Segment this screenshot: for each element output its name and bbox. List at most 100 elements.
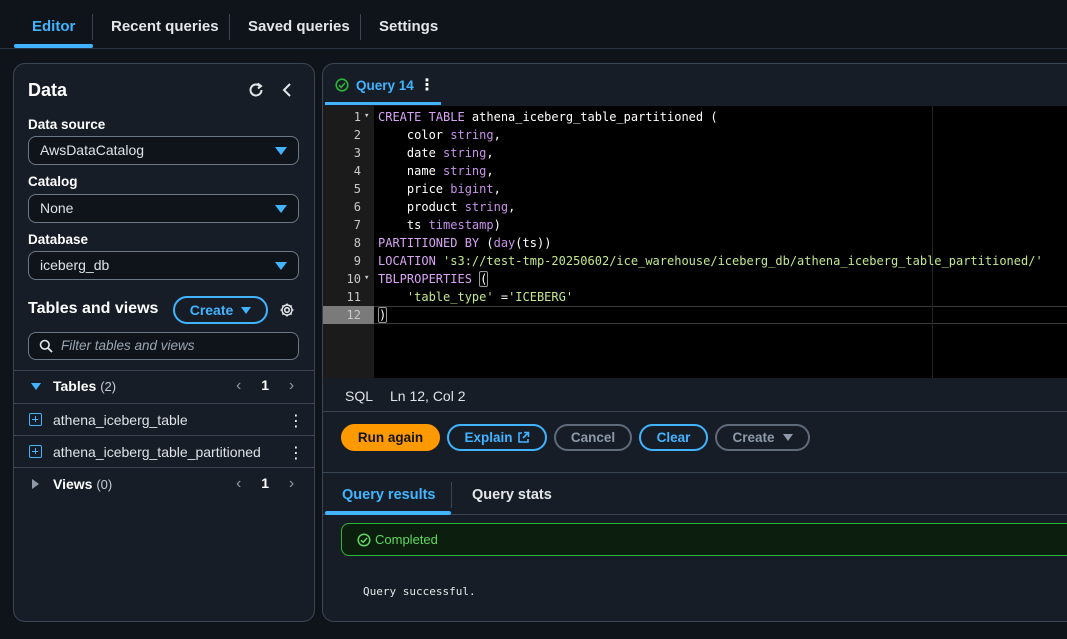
- code-line: price bigint,: [378, 182, 501, 196]
- tables-pagination: ‹ 1 ›: [236, 377, 294, 395]
- explain-label: Explain: [464, 430, 513, 445]
- tab-query-stats[interactable]: Query stats: [472, 487, 552, 503]
- data-panel-title: Data: [28, 80, 68, 100]
- filter-tables-input[interactable]: Filter tables and views: [28, 332, 299, 360]
- table-name: athena_iceberg_table: [53, 412, 188, 428]
- caret-down-icon: [275, 147, 287, 155]
- tab-query-results[interactable]: Query results: [342, 487, 436, 503]
- tab-settings[interactable]: Settings: [361, 0, 456, 48]
- code-line: CREATE TABLE athena_iceberg_table_partit…: [378, 110, 718, 124]
- chevron-right-icon[interactable]: ›: [289, 377, 294, 394]
- expanded-caret-icon[interactable]: [31, 383, 41, 390]
- language-indicator: SQL: [345, 388, 374, 404]
- table-row[interactable]: athena_iceberg_table_partitioned ⋮: [14, 435, 314, 467]
- chevron-left-icon[interactable]: ‹: [236, 377, 241, 394]
- data-source-label: Data source: [28, 117, 106, 132]
- top-tab-bar: Editor Recent queries Saved queries Sett…: [0, 0, 1067, 49]
- collapsed-caret-icon[interactable]: [32, 479, 39, 489]
- database-value: iceberg_db: [40, 257, 110, 273]
- line-number: 4: [353, 164, 361, 178]
- views-pagination: ‹ 1 ›: [236, 475, 294, 493]
- success-check-icon: [357, 533, 371, 547]
- caret-down-icon: [275, 205, 287, 213]
- active-tab-indicator: [325, 511, 451, 515]
- line-number: 11: [346, 290, 361, 304]
- query-panel: Query 14 ⋮ 1 2 3 4 5 6 7 8 9 10 11 12 ▾ …: [322, 63, 1067, 622]
- line-number: 12: [346, 308, 361, 322]
- catalog-select[interactable]: None: [28, 194, 299, 223]
- query-tab[interactable]: Query 14 ⋮: [323, 64, 441, 105]
- results-tab-bar: Query results Query stats: [323, 472, 1067, 515]
- caret-down-icon: [241, 307, 252, 314]
- table-name: athena_iceberg_table_partitioned: [53, 444, 261, 460]
- database-select[interactable]: iceberg_db: [28, 251, 299, 280]
- collapse-panel-icon[interactable]: [280, 81, 294, 102]
- line-number: 7: [353, 218, 361, 232]
- line-number: 2: [353, 128, 361, 142]
- sql-editor[interactable]: 1 2 3 4 5 6 7 8 9 10 11 12 ▾ ▾ CREATE TA…: [323, 106, 1067, 378]
- active-line-highlight: [374, 306, 1067, 324]
- cancel-button[interactable]: Cancel: [554, 424, 632, 451]
- code-line: product string,: [378, 200, 516, 214]
- table-row[interactable]: athena_iceberg_table ⋮: [14, 403, 314, 435]
- result-message: Query successful.: [363, 585, 476, 598]
- code-line: TBLPROPERTIES (: [378, 271, 489, 287]
- status-text: Completed: [375, 532, 438, 547]
- line-number: 8: [353, 236, 361, 250]
- print-margin: [932, 106, 933, 378]
- line-number: 9: [353, 254, 361, 268]
- search-icon: [39, 339, 53, 353]
- code-line: ts timestamp): [378, 218, 501, 232]
- create-button[interactable]: Create: [715, 424, 810, 451]
- views-group[interactable]: Views (0) ‹ 1 ›: [14, 468, 314, 502]
- create-table-button[interactable]: Create: [173, 296, 268, 324]
- code-line: color string,: [378, 128, 501, 142]
- code-line: date string,: [378, 146, 494, 160]
- filter-placeholder: Filter tables and views: [61, 338, 195, 353]
- tables-and-views-title: Tables and views: [28, 300, 159, 317]
- code-line: PARTITIONED BY (day(ts)): [378, 236, 552, 250]
- run-again-button[interactable]: Run again: [341, 424, 440, 451]
- refresh-icon[interactable]: [247, 81, 265, 102]
- code-line: name string,: [378, 164, 494, 178]
- tab-saved-queries[interactable]: Saved queries: [230, 0, 368, 48]
- line-number: 3: [353, 146, 361, 160]
- line-number: 1: [353, 110, 361, 124]
- tables-group[interactable]: Tables (2) ‹ 1 ›: [14, 370, 314, 404]
- data-source-value: AwsDataCatalog: [40, 142, 145, 158]
- data-source-select[interactable]: AwsDataCatalog: [28, 136, 299, 165]
- create-label: Create: [732, 430, 775, 445]
- success-check-icon: [335, 78, 349, 92]
- caret-down-icon: [275, 262, 287, 270]
- tables-group-label: Tables: [53, 378, 97, 394]
- code-line: ): [378, 307, 388, 323]
- editor-status-bar: SQL Ln 12, Col 2: [323, 378, 1067, 412]
- line-number: 6: [353, 200, 361, 214]
- views-page-number[interactable]: 1: [261, 475, 269, 491]
- views-count: (0): [96, 477, 113, 492]
- gear-icon[interactable]: [279, 302, 295, 321]
- chevron-right-icon[interactable]: ›: [289, 475, 294, 492]
- expand-plus-icon[interactable]: [29, 445, 42, 458]
- fold-arrow-icon[interactable]: ▾: [364, 273, 369, 283]
- external-link-icon: [517, 431, 529, 443]
- expand-plus-icon[interactable]: [29, 413, 42, 426]
- more-options-icon[interactable]: ⋮: [288, 443, 304, 463]
- tab-editor[interactable]: Editor: [14, 0, 94, 48]
- chevron-left-icon[interactable]: ‹: [236, 475, 241, 492]
- explain-button[interactable]: Explain: [447, 424, 547, 451]
- fold-arrow-icon[interactable]: ▾: [364, 111, 369, 121]
- tables-count: (2): [100, 379, 117, 394]
- code-line: LOCATION 's3://test-tmp-20250602/ice_war…: [378, 254, 1043, 268]
- status-alert: Completed: [341, 523, 1067, 556]
- tables-page-number[interactable]: 1: [261, 377, 269, 393]
- clear-button[interactable]: Clear: [639, 424, 708, 451]
- more-options-icon[interactable]: ⋮: [288, 411, 304, 431]
- database-label: Database: [28, 232, 89, 247]
- code-line: 'table_type' ='ICEBERG': [406, 290, 574, 304]
- query-tab-label: Query 14: [356, 78, 414, 93]
- line-number: 10: [346, 272, 361, 286]
- more-options-icon[interactable]: ⋮: [419, 75, 435, 95]
- cursor-position: Ln 12, Col 2: [390, 388, 466, 404]
- tab-recent-queries[interactable]: Recent queries: [93, 0, 237, 48]
